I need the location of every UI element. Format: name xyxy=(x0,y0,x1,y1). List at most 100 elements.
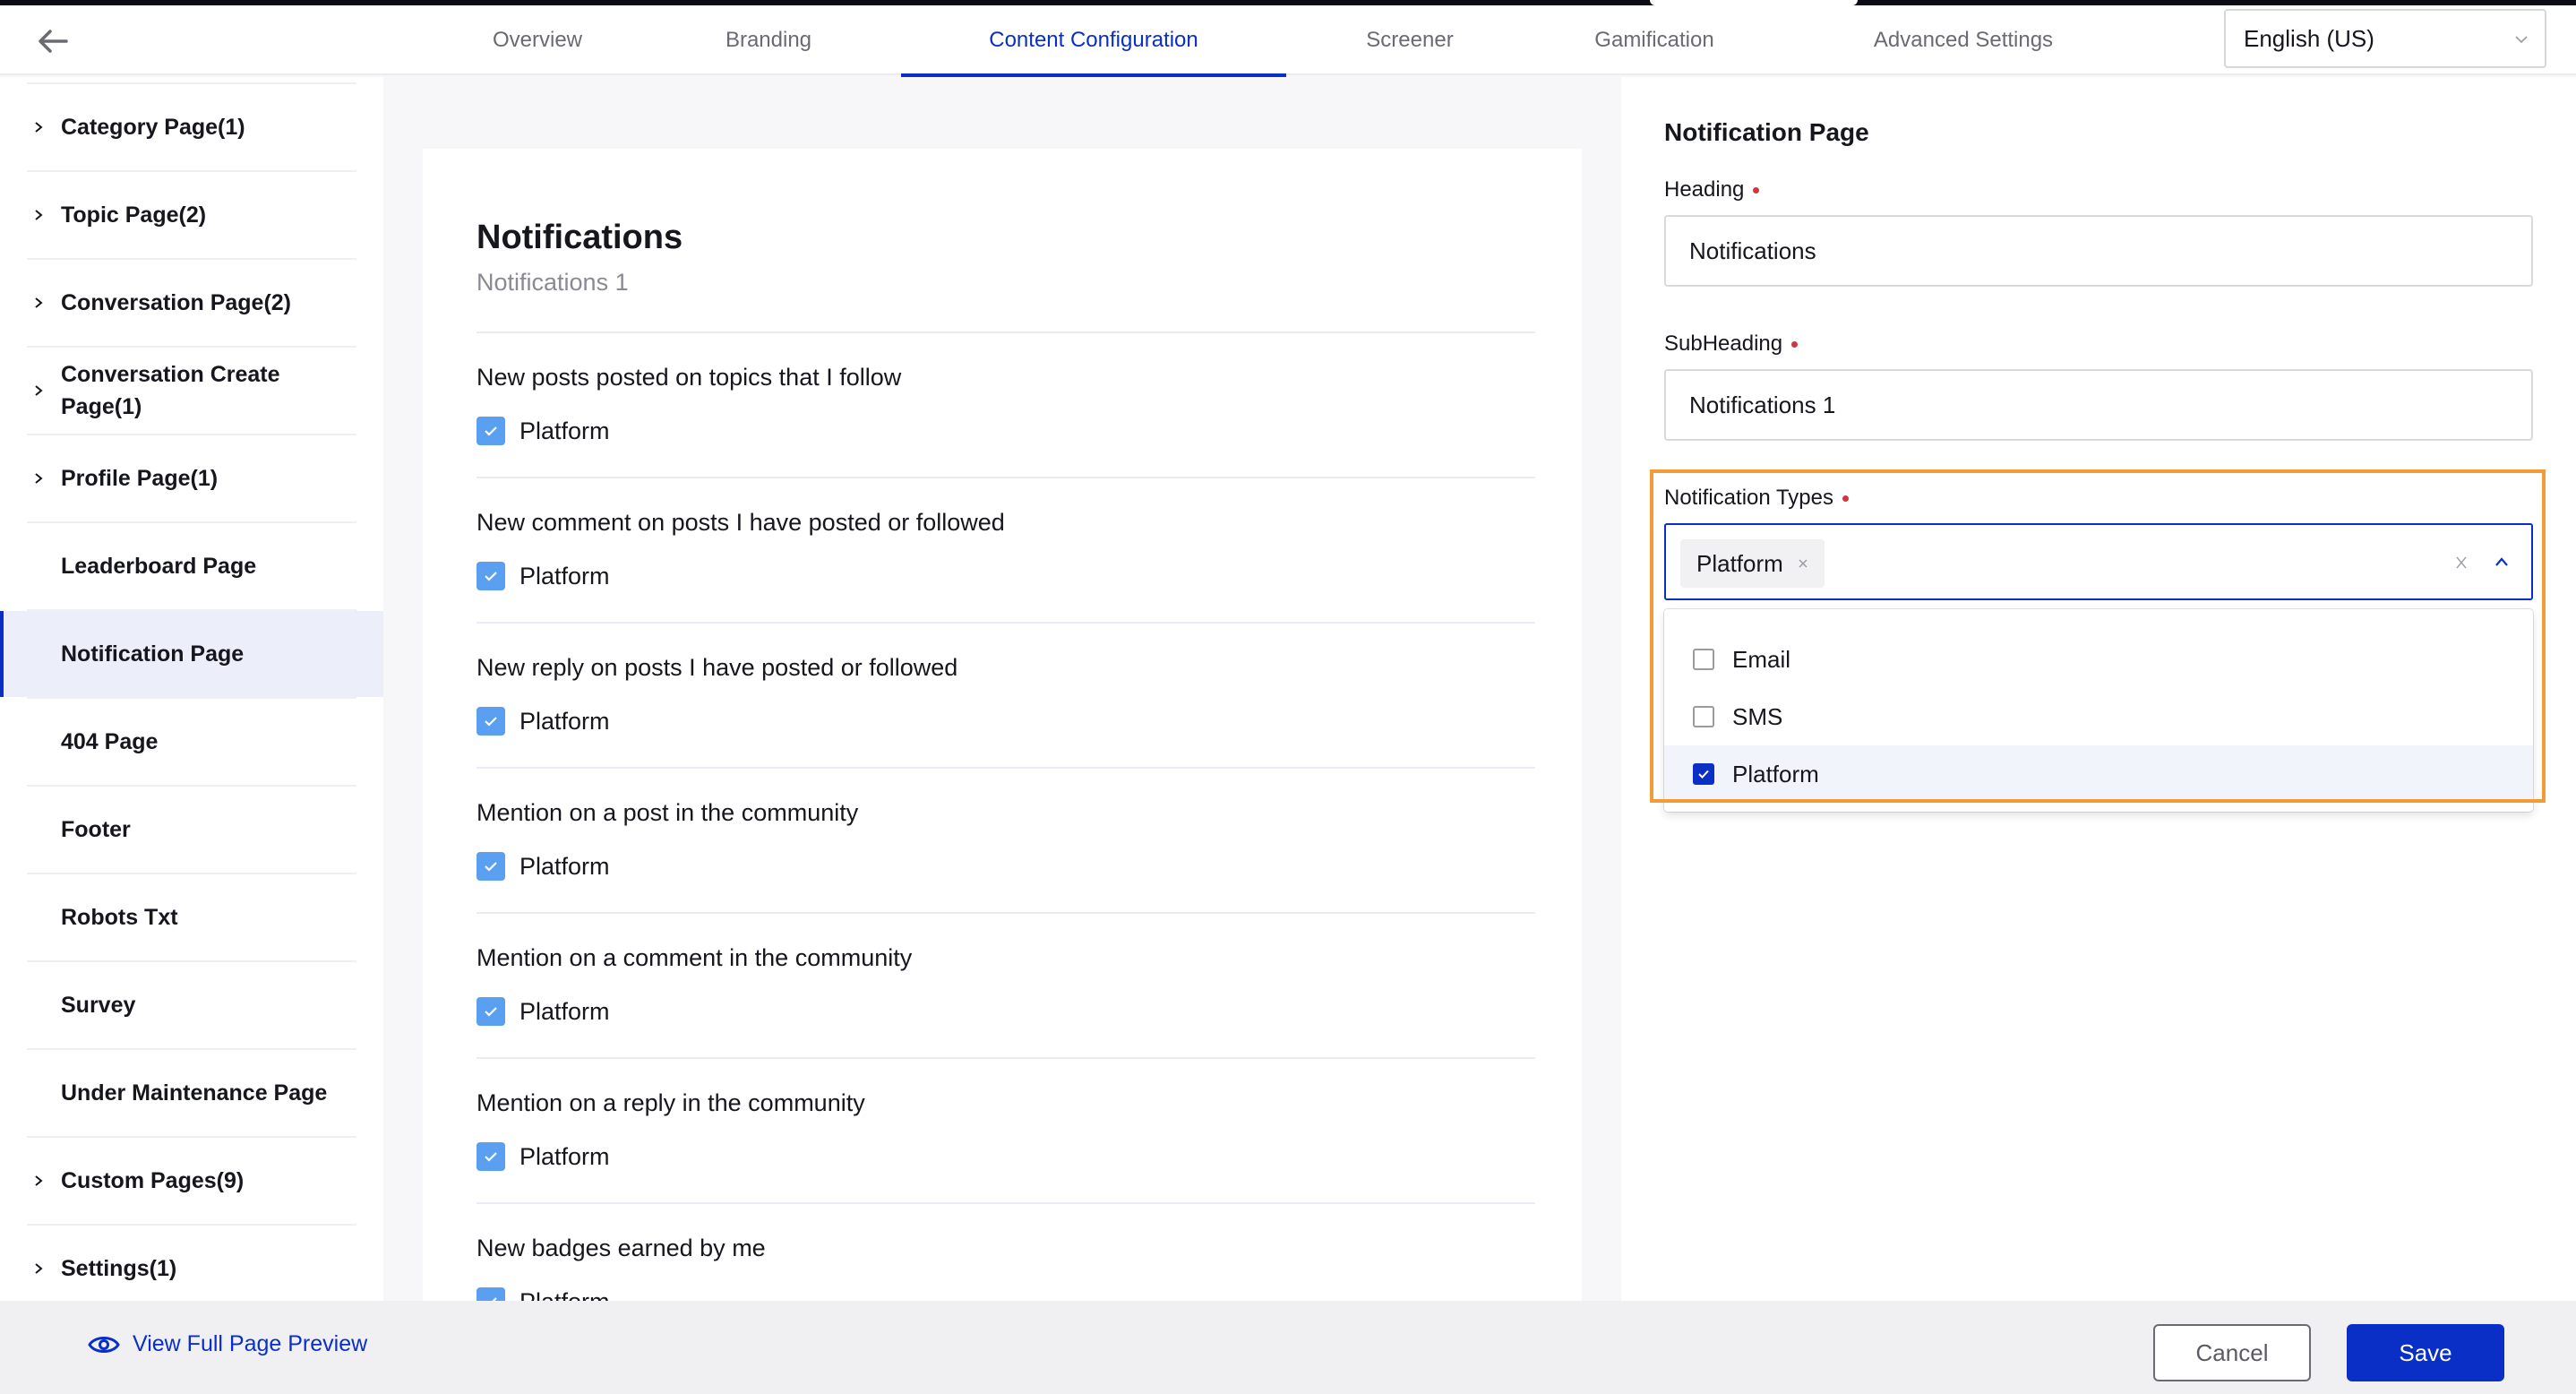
option-label: Platform xyxy=(519,417,610,444)
tab-gamification[interactable]: Gamification xyxy=(1533,5,1775,75)
sidebar-item-footer[interactable]: Footer xyxy=(0,787,383,874)
subheading-input[interactable]: Notifications 1 xyxy=(1664,369,2533,441)
sidebar-item-label: Topic Page(2) xyxy=(61,202,207,228)
chevron-down-icon xyxy=(2515,36,2528,44)
check-icon xyxy=(485,426,497,436)
sidebar-item-label: Under Maintenance Page xyxy=(61,1080,328,1106)
notification-types-multiselect[interactable]: Platform xyxy=(1664,523,2533,600)
sidebar-item-profile-page-1[interactable]: Profile Page(1) xyxy=(0,435,383,523)
save-button[interactable]: Save xyxy=(2347,1324,2504,1381)
notification-setting-title: Mention on a comment in the community xyxy=(477,944,913,971)
divider xyxy=(477,477,1535,478)
check-icon xyxy=(485,862,497,872)
sidebar-item-label: Settings(1) xyxy=(61,1256,177,1281)
tab-bar: Overview Branding Content Configuration … xyxy=(439,5,2151,77)
option-label: Platform xyxy=(519,997,610,1025)
option-sms[interactable]: SMS xyxy=(1664,688,2533,745)
notification-option: Platform xyxy=(477,562,1535,590)
sidebar-item-label: Leaderboard Page xyxy=(61,554,257,579)
check-icon xyxy=(1698,770,1709,779)
option-label: Platform xyxy=(519,852,610,880)
notification-setting-item: New reply on posts I have posted or foll… xyxy=(477,654,1535,736)
notification-setting-title: Mention on a reply in the community xyxy=(477,1089,865,1116)
sidebar-item-label: Notification Page xyxy=(61,641,245,667)
sidebar-item-label: Conversation Create Page(1) xyxy=(61,362,280,419)
footer-bar: View Full Page Preview Cancel Save xyxy=(0,1301,2576,1394)
sidebar-item-category-page-1[interactable]: Category Page(1) xyxy=(0,84,383,172)
checkbox-checked[interactable] xyxy=(1693,763,1714,785)
sidebar-item-label: Survey xyxy=(61,993,136,1018)
sidebar-item-survey[interactable]: Survey xyxy=(0,962,383,1050)
sidebar-item-conversation-page-2[interactable]: Conversation Page(2) xyxy=(0,260,383,348)
chevron-up-icon[interactable] xyxy=(2494,555,2510,568)
tab-branding[interactable]: Branding xyxy=(636,5,901,75)
sidebar-item-404-page[interactable]: 404 Page xyxy=(0,699,383,787)
check-icon xyxy=(485,1152,497,1162)
sidebar-item-robots-txt[interactable]: Robots Txt xyxy=(0,874,383,962)
option-email[interactable]: Email xyxy=(1664,631,2533,688)
checkbox-checked[interactable] xyxy=(477,562,505,590)
sidebar-item-topic-page-2[interactable]: Topic Page(2) xyxy=(0,172,383,260)
required-indicator xyxy=(1753,186,1760,194)
view-full-page-preview-link[interactable]: View Full Page Preview xyxy=(88,1331,367,1357)
checkbox-checked[interactable] xyxy=(477,852,505,881)
sidebar-item-custom-pages-9[interactable]: Custom Pages(9) xyxy=(0,1138,383,1226)
chevron-right-icon[interactable] xyxy=(32,1174,45,1188)
notification-types-label: Notification Types xyxy=(1664,486,1849,511)
sidebar-item-label: Custom Pages(9) xyxy=(61,1168,245,1193)
chevron-right-icon[interactable] xyxy=(32,383,45,398)
language-select[interactable]: English (US) xyxy=(2224,9,2546,68)
preview-title: Notifications xyxy=(477,219,683,256)
preview-subtitle: Notifications 1 xyxy=(477,269,629,296)
chevron-right-icon[interactable] xyxy=(32,471,45,486)
chevron-right-icon[interactable] xyxy=(32,120,45,134)
language-value: English (US) xyxy=(2244,24,2374,52)
notification-setting-title: New comment on posts I have posted or fo… xyxy=(477,509,1005,536)
sidebar-item-settings-1[interactable]: Settings(1) xyxy=(0,1226,383,1301)
sidebar: Category Page(1) Topic Page(2) Conversatio… xyxy=(0,77,383,1301)
tab-content-configuration[interactable]: Content Configuration xyxy=(901,5,1286,77)
checkbox-checked[interactable] xyxy=(477,1142,505,1171)
option-platform[interactable]: Platform xyxy=(1664,745,2533,803)
tab-overview[interactable]: Overview xyxy=(439,5,636,75)
eye-icon xyxy=(88,1336,120,1353)
divider xyxy=(477,331,1535,333)
divider xyxy=(477,1202,1535,1204)
notification-setting-item: New posts posted on topics that I follow… xyxy=(477,364,1535,445)
sidebar-item-label: Profile Page(1) xyxy=(61,466,219,491)
preview-area: Notifications Notifications 1 New posts … xyxy=(383,77,1621,1301)
tab-screener[interactable]: Screener xyxy=(1286,5,1533,75)
notification-setting-item: Mention on a comment in the community Pla… xyxy=(477,944,1535,1026)
checkbox-checked[interactable] xyxy=(477,1287,505,1301)
required-indicator xyxy=(1791,340,1799,348)
sidebar-item-notification-page[interactable]: Notification Page xyxy=(0,611,383,699)
sidebar-item-label: Robots Txt xyxy=(61,905,178,930)
sidebar-item-label: Conversation Page(2) xyxy=(61,290,292,315)
checkbox-checked[interactable] xyxy=(477,417,505,445)
chevron-right-icon[interactable] xyxy=(32,296,45,310)
tab-advanced-settings[interactable]: Advanced Settings xyxy=(1775,5,2151,75)
chevron-right-icon[interactable] xyxy=(32,208,45,222)
checkbox[interactable] xyxy=(1693,649,1714,670)
checkbox-checked[interactable] xyxy=(477,997,505,1026)
heading-input[interactable]: Notifications xyxy=(1664,215,2533,287)
required-indicator xyxy=(1842,495,1849,502)
sidebar-item-under-maintenance-page[interactable]: Under Maintenance Page xyxy=(0,1050,383,1138)
clear-all-icon[interactable] xyxy=(2454,555,2469,570)
top-header: Overview Branding Content Configuration … xyxy=(0,5,2576,77)
check-icon xyxy=(485,1007,497,1017)
remove-chip-icon[interactable] xyxy=(1798,558,1808,569)
option-label: Platform xyxy=(519,1288,610,1302)
notification-option: Platform xyxy=(477,1142,1535,1171)
chevron-right-icon[interactable] xyxy=(32,1261,45,1276)
sidebar-item-conversation-create-page-1[interactable]: Conversation Create Page(1) xyxy=(0,348,383,435)
back-button[interactable] xyxy=(36,27,72,56)
notification-setting-title: New reply on posts I have posted or foll… xyxy=(477,654,958,681)
checkbox-checked[interactable] xyxy=(477,707,505,736)
notification-setting-title: Mention on a post in the community xyxy=(477,799,859,826)
cancel-button[interactable]: Cancel xyxy=(2153,1324,2311,1381)
checkbox[interactable] xyxy=(1693,706,1714,727)
notification-setting-item: Mention on a post in the community Platfo… xyxy=(477,799,1535,881)
notification-option: Platform xyxy=(477,852,1535,881)
sidebar-item-leaderboard-page[interactable]: Leaderboard Page xyxy=(0,523,383,611)
